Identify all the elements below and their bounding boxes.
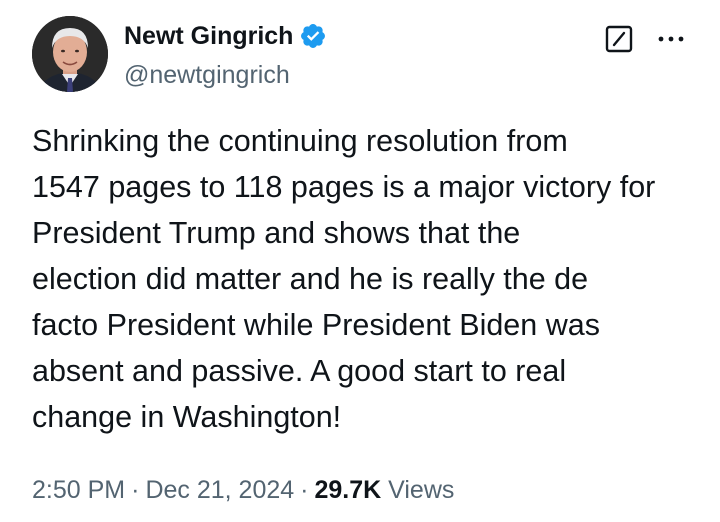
tweet-date[interactable]: Dec 21, 2024 xyxy=(145,476,294,504)
tweet-meta: 2:50 PM · Dec 21, 2024 · 29.7K Views xyxy=(32,472,454,508)
avatar[interactable] xyxy=(32,16,108,92)
grok-icon[interactable] xyxy=(604,24,634,54)
verified-badge-icon[interactable] xyxy=(299,22,327,50)
views-label: Views xyxy=(388,476,455,504)
tweet-text-line: President Trump and shows that the xyxy=(32,216,521,250)
tweet-text-line: change in Washington! xyxy=(32,400,342,434)
tweet-text-line: absent and passive. A good start to real xyxy=(32,354,567,388)
tweet-text: Shrinking the continuing resolution from… xyxy=(32,118,702,440)
tweet-text-line: election did matter and he is really the… xyxy=(32,262,589,296)
author-handle[interactable]: @newtgingrich xyxy=(124,58,290,92)
tweet-text-line: 1547 pages to 118 pages is a major victo… xyxy=(32,170,656,204)
meta-separator: · xyxy=(300,476,309,504)
more-icon[interactable] xyxy=(654,24,690,54)
author-name-row: Newt Gingrich xyxy=(124,18,327,54)
tweet-text-line: Shrinking the continuing resolution from xyxy=(32,124,568,158)
tweet-time[interactable]: 2:50 PM xyxy=(32,476,125,504)
author-display-name[interactable]: Newt Gingrich xyxy=(124,18,293,54)
meta-separator: · xyxy=(131,476,140,504)
tweet-text-line: facto President while President Biden wa… xyxy=(32,308,600,342)
views-count: 29.7K xyxy=(314,476,382,504)
